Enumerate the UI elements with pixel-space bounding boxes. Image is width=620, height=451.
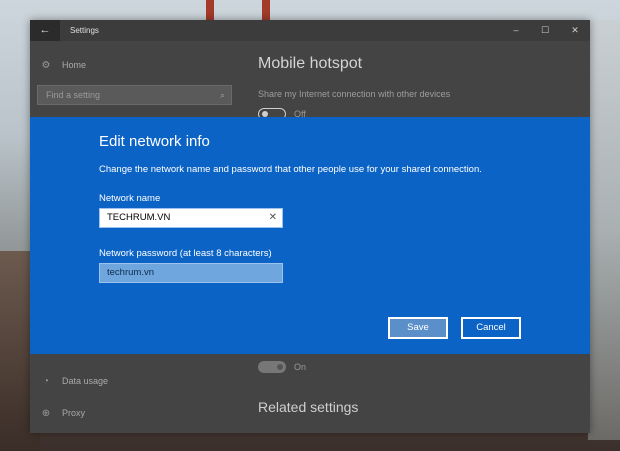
sidebar-item-proxy[interactable]: ⊕ Proxy [40, 405, 85, 421]
network-name-value: TECHRUM.VN [107, 212, 171, 223]
gear-icon: ⚙ [41, 59, 51, 71]
share-description: Share my Internet connection with other … [258, 89, 451, 99]
close-icon[interactable]: ✕ [563, 20, 587, 41]
globe-icon: ⊕ [41, 407, 51, 419]
network-password-label: Network password (at least 8 characters) [99, 248, 272, 259]
back-arrow-icon[interactable]: ← [30, 20, 60, 41]
search-icon: ⌕ [219, 90, 225, 100]
cancel-button[interactable]: Cancel [461, 317, 521, 339]
network-password-value: techrum.vn [107, 267, 154, 278]
edit-network-dialog: Edit network info Change the network nam… [30, 117, 590, 354]
window-title: Settings [70, 26, 99, 35]
clear-icon[interactable]: ✕ [269, 209, 277, 227]
search-placeholder: Find a setting [46, 90, 101, 100]
bridge-tower [206, 0, 214, 22]
dialog-title: Edit network info [99, 133, 210, 150]
sidebar-item-label: Home [62, 60, 87, 70]
sidebar-item-label: Proxy [62, 408, 86, 418]
related-settings-heading: Related settings [258, 399, 359, 415]
minimize-icon[interactable]: – [504, 20, 528, 41]
sidebar-item-home[interactable]: ⚙ Home [40, 57, 87, 73]
fog-rock [588, 20, 620, 440]
data-usage-icon: ◔ [42, 375, 50, 387]
bridge-tower [262, 0, 270, 22]
network-name-field[interactable]: TECHRUM.VN ✕ [99, 208, 283, 228]
network-password-field[interactable]: techrum.vn [99, 263, 283, 283]
save-button[interactable]: Save [388, 317, 448, 339]
page-title: Mobile hotspot [258, 55, 363, 72]
sidebar-item-data-usage[interactable]: ◔ Data usage [40, 373, 108, 389]
toggle-knob [277, 364, 283, 370]
lower-toggle[interactable] [258, 361, 286, 373]
sidebar-item-label: Data usage [62, 376, 109, 386]
network-name-label: Network name [99, 193, 161, 204]
dialog-description: Change the network name and password tha… [99, 164, 482, 175]
search-input[interactable]: Find a setting ⌕ [37, 85, 232, 105]
maximize-icon[interactable]: ☐ [533, 20, 557, 41]
title-bar: ← Settings – ☐ ✕ [30, 20, 590, 41]
lower-toggle-state: On [294, 362, 307, 372]
